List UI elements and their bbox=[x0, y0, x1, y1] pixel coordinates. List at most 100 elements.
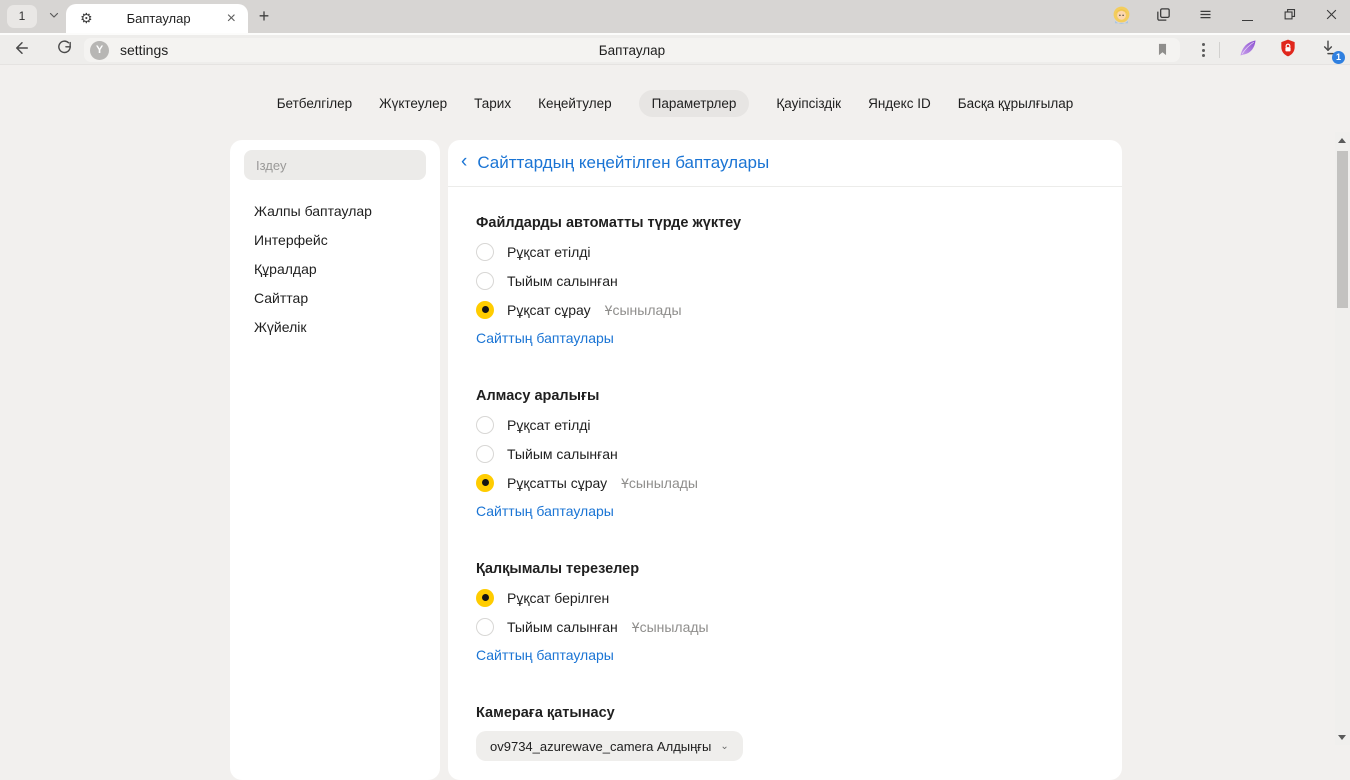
radio-option[interactable]: Рұқсат етілді bbox=[476, 237, 1094, 266]
tab-history[interactable]: Тарих bbox=[474, 90, 511, 117]
tab-other-devices[interactable]: Басқа құрылғылар bbox=[958, 90, 1074, 117]
settings-page: Бетбелгілер Жүктеулер Тарих Кеңейтулер П… bbox=[0, 66, 1350, 745]
section-title: Камераға қатынасу bbox=[476, 703, 1094, 723]
site-settings-link[interactable]: Сайттың баптаулары bbox=[476, 328, 614, 348]
browser-tab-settings[interactable]: ⚙ Баптаулар × bbox=[66, 4, 248, 33]
browser-toolbar: Y settings Баптаулар bbox=[0, 33, 1350, 65]
tab-panel-button[interactable] bbox=[1154, 8, 1172, 26]
radio-unselected-icon[interactable] bbox=[476, 272, 494, 290]
option-label: Рұқсат етілді bbox=[507, 417, 591, 433]
radio-selected-icon[interactable] bbox=[476, 589, 494, 607]
radio-unselected-icon[interactable] bbox=[476, 416, 494, 434]
page-title[interactable]: Сайттардың кеңейтілген баптаулары bbox=[477, 153, 769, 173]
sidebar-item-interface[interactable]: Интерфейс bbox=[230, 226, 440, 255]
tab-title: Баптаулар bbox=[93, 11, 225, 26]
radio-group: Рұқсат етілді Тыйым салынған Рұқсатты сұ… bbox=[476, 410, 1094, 497]
profile-avatar[interactable] bbox=[1112, 8, 1130, 26]
tab-extensions[interactable]: Кеңейтулер bbox=[538, 90, 612, 117]
tab-counter-button[interactable]: 1 bbox=[7, 5, 37, 28]
tab-strip: 1 ⚙ Баптаулар × + bbox=[0, 0, 1350, 33]
search-input[interactable] bbox=[244, 150, 426, 180]
back-arrow-icon bbox=[13, 39, 31, 62]
address-bar[interactable]: Y settings Баптаулар bbox=[84, 38, 1180, 62]
sidebar-item-system[interactable]: Жүйелік bbox=[230, 313, 440, 342]
option-label: Рұқсатты сұрау bbox=[507, 475, 607, 491]
radio-unselected-icon[interactable] bbox=[476, 243, 494, 261]
radio-selected-icon[interactable] bbox=[476, 301, 494, 319]
settings-sidebar: Жалпы баптаулар Интерфейс Құралдар Сайтт… bbox=[230, 140, 440, 780]
feather-mode-button[interactable] bbox=[1236, 38, 1260, 62]
option-label: Тыйым салынған bbox=[507, 446, 618, 462]
avatar-icon bbox=[1112, 5, 1131, 29]
radio-option[interactable]: Рұқсат сұрау Ұсынылады bbox=[476, 295, 1094, 324]
radio-selected-icon[interactable] bbox=[476, 474, 494, 492]
menu-button[interactable] bbox=[1196, 8, 1214, 26]
tab-bookmarks[interactable]: Бетбелгілер bbox=[277, 90, 352, 117]
tab-yandex-id[interactable]: Яндекс ID bbox=[868, 90, 931, 117]
section-auto-download: Файлдарды автоматты түрде жүктеу Рұқсат … bbox=[476, 213, 1094, 348]
site-settings-link[interactable]: Сайттың баптаулары bbox=[476, 501, 614, 521]
radio-group: Рұқсат берілген Тыйым салынған Ұсынылады bbox=[476, 583, 1094, 641]
toolbar-divider bbox=[1219, 42, 1220, 58]
close-tab-icon[interactable]: × bbox=[225, 10, 238, 28]
sidebar-item-general[interactable]: Жалпы баптаулар bbox=[230, 197, 440, 226]
protect-button[interactable] bbox=[1276, 38, 1300, 62]
hamburger-icon bbox=[1198, 7, 1213, 27]
option-label: Рұқсат сұрау bbox=[507, 302, 591, 318]
radio-option[interactable]: Рұқсат етілді bbox=[476, 410, 1094, 439]
radio-group: Рұқсат етілді Тыйым салынған Рұқсат сұра… bbox=[476, 237, 1094, 324]
radio-unselected-icon[interactable] bbox=[476, 445, 494, 463]
site-settings-link[interactable]: Сайттың баптаулары bbox=[476, 645, 614, 665]
scroll-up-arrow-icon[interactable] bbox=[1338, 138, 1346, 143]
sidebar-item-sites[interactable]: Сайттар bbox=[230, 284, 440, 313]
panel-content: Файлдарды автоматты түрде жүктеу Рұқсат … bbox=[448, 213, 1122, 761]
downloads-button[interactable]: 1 bbox=[1316, 38, 1340, 62]
radio-unselected-icon[interactable] bbox=[476, 618, 494, 636]
radio-option[interactable]: Тыйым салынған bbox=[476, 266, 1094, 295]
recommended-note: Ұсынылады bbox=[605, 302, 682, 318]
bookmark-flag-icon[interactable] bbox=[1154, 41, 1171, 63]
restore-icon bbox=[1282, 7, 1297, 27]
camera-device-select[interactable]: ov9734_azurewave_camera Алдыңғы ⌄ bbox=[476, 731, 743, 761]
new-tab-button[interactable]: + bbox=[252, 5, 276, 29]
option-label: Тыйым салынған bbox=[507, 619, 618, 635]
window-controls bbox=[1112, 0, 1340, 33]
section-title: Файлдарды автоматты түрде жүктеу bbox=[476, 213, 1094, 233]
sidebar-list: Жалпы баптаулар Интерфейс Құралдар Сайтт… bbox=[230, 197, 440, 342]
option-label: Рұқсат берілген bbox=[507, 590, 609, 606]
close-window-button[interactable] bbox=[1322, 8, 1340, 26]
radio-option[interactable]: Тыйым салынған bbox=[476, 439, 1094, 468]
close-icon bbox=[1324, 7, 1339, 27]
shield-lock-icon bbox=[1278, 38, 1298, 63]
radio-option[interactable]: Тыйым салынған Ұсынылады bbox=[476, 612, 1094, 641]
tab-security[interactable]: Қауіпсіздік bbox=[776, 90, 841, 117]
option-label: Тыйым салынған bbox=[507, 273, 618, 289]
radio-option[interactable]: Рұқсат берілген bbox=[476, 583, 1094, 612]
page-scrollbar[interactable] bbox=[1335, 132, 1350, 745]
site-icon[interactable]: Y bbox=[90, 41, 109, 60]
minimize-button[interactable] bbox=[1238, 8, 1256, 26]
tabs-panel-icon bbox=[1155, 6, 1172, 28]
option-label: Рұқсат етілді bbox=[507, 244, 591, 260]
download-count-badge: 1 bbox=[1332, 51, 1345, 64]
scrollbar-thumb[interactable] bbox=[1337, 151, 1348, 308]
minimize-icon bbox=[1242, 20, 1253, 21]
tab-list-chevron-button[interactable] bbox=[41, 5, 67, 28]
back-chevron-icon[interactable]: ‹ bbox=[461, 151, 472, 175]
more-options-button[interactable] bbox=[1192, 43, 1215, 57]
chevron-down-icon: ⌄ bbox=[720, 741, 728, 752]
gear-icon: ⚙ bbox=[80, 10, 93, 27]
address-url[interactable]: settings bbox=[120, 42, 168, 58]
chevron-down-icon bbox=[48, 8, 60, 26]
back-button[interactable] bbox=[12, 40, 32, 60]
sidebar-item-tools[interactable]: Құралдар bbox=[230, 255, 440, 284]
section-title: Қалқымалы терезелер bbox=[476, 559, 1094, 579]
tab-settings[interactable]: Параметрлер bbox=[639, 90, 750, 117]
reload-button[interactable] bbox=[54, 40, 74, 60]
tab-downloads[interactable]: Жүктеулер bbox=[379, 90, 447, 117]
section-popups: Қалқымалы терезелер Рұқсат берілген Тыйы… bbox=[476, 559, 1094, 665]
radio-option[interactable]: Рұқсатты сұрау Ұсынылады bbox=[476, 468, 1094, 497]
restore-button[interactable] bbox=[1280, 8, 1298, 26]
camera-device-value: ov9734_azurewave_camera Алдыңғы bbox=[490, 739, 711, 754]
scroll-down-arrow-icon[interactable] bbox=[1338, 735, 1346, 740]
